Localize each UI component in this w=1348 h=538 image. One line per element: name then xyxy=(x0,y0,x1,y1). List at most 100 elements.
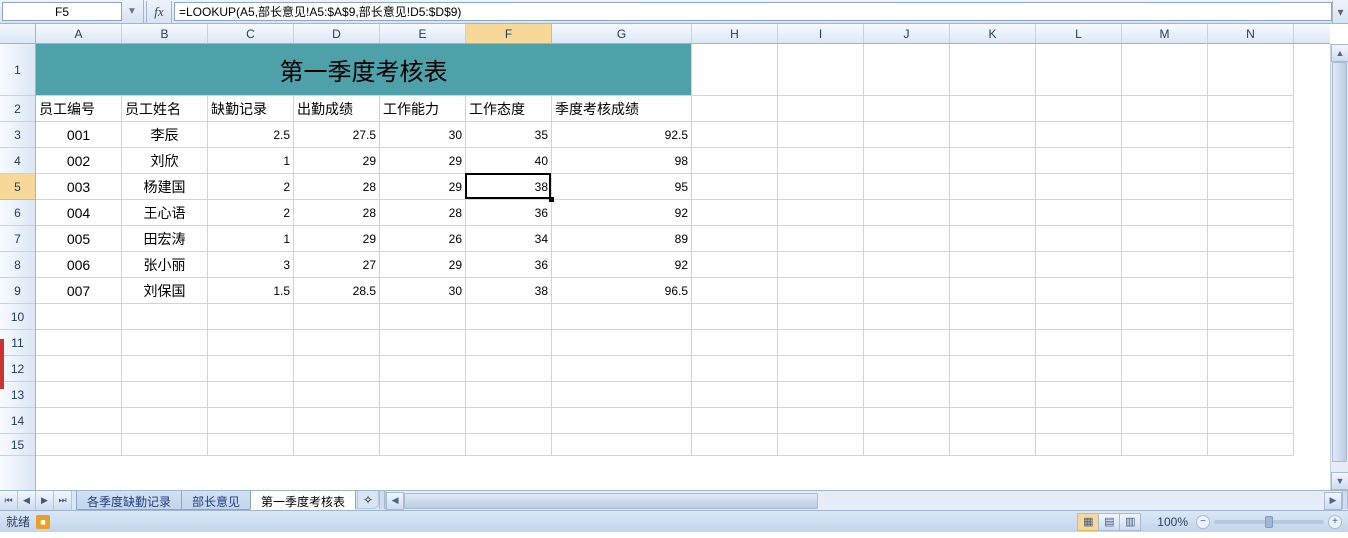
cell-M9[interactable] xyxy=(1122,278,1208,304)
cell-C4[interactable]: 1 xyxy=(208,148,294,174)
cell-M13[interactable] xyxy=(1122,382,1208,408)
cell-G9[interactable]: 96.5 xyxy=(552,278,692,304)
cell-L10[interactable] xyxy=(1036,304,1122,330)
cell-A9[interactable]: 007 xyxy=(36,278,122,304)
cell-C12[interactable] xyxy=(208,356,294,382)
cell-F9[interactable]: 38 xyxy=(466,278,552,304)
col-header-D[interactable]: D xyxy=(294,24,380,43)
cell-L12[interactable] xyxy=(1036,356,1122,382)
cell-A4[interactable]: 002 xyxy=(36,148,122,174)
cell-E6[interactable]: 28 xyxy=(380,200,466,226)
cell-C14[interactable] xyxy=(208,408,294,434)
cell-G2[interactable]: 季度考核成绩 xyxy=(552,96,692,122)
tab-prev-icon[interactable]: ◀ xyxy=(18,491,36,510)
cell-H7[interactable] xyxy=(692,226,778,252)
cell-J9[interactable] xyxy=(864,278,950,304)
cell-A7[interactable]: 005 xyxy=(36,226,122,252)
cell-I5[interactable] xyxy=(778,174,864,200)
cell-K5[interactable] xyxy=(950,174,1036,200)
cell-E2[interactable]: 工作能力 xyxy=(380,96,466,122)
cell-A2[interactable]: 员工编号 xyxy=(36,96,122,122)
cell-L2[interactable] xyxy=(1036,96,1122,122)
row-header-2[interactable]: 2 xyxy=(0,96,35,122)
cells-area[interactable]: 第一季度考核表员工编号员工姓名缺勤记录出勤成绩工作能力工作态度季度考核成绩001… xyxy=(36,44,1330,490)
cell-L4[interactable] xyxy=(1036,148,1122,174)
cell-C6[interactable]: 2 xyxy=(208,200,294,226)
row-header-13[interactable]: 13 xyxy=(0,382,35,408)
cell-F11[interactable] xyxy=(466,330,552,356)
zoom-out-icon[interactable]: − xyxy=(1196,515,1210,529)
cell-J12[interactable] xyxy=(864,356,950,382)
cell-G10[interactable] xyxy=(552,304,692,330)
cell-I14[interactable] xyxy=(778,408,864,434)
cell-C3[interactable]: 2.5 xyxy=(208,122,294,148)
cell-F15[interactable] xyxy=(466,434,552,456)
cell-L13[interactable] xyxy=(1036,382,1122,408)
col-header-C[interactable]: C xyxy=(208,24,294,43)
cell-A13[interactable] xyxy=(36,382,122,408)
cell-G4[interactable]: 98 xyxy=(552,148,692,174)
scroll-left-icon[interactable]: ◀ xyxy=(386,492,404,510)
cell-L14[interactable] xyxy=(1036,408,1122,434)
cell-G11[interactable] xyxy=(552,330,692,356)
cell-E14[interactable] xyxy=(380,408,466,434)
cell-B2[interactable]: 员工姓名 xyxy=(122,96,208,122)
cell-I11[interactable] xyxy=(778,330,864,356)
cell-B10[interactable] xyxy=(122,304,208,330)
cell-M10[interactable] xyxy=(1122,304,1208,330)
cell-L15[interactable] xyxy=(1036,434,1122,456)
cell-A6[interactable]: 004 xyxy=(36,200,122,226)
cell-H6[interactable] xyxy=(692,200,778,226)
cell-H15[interactable] xyxy=(692,434,778,456)
cell-G12[interactable] xyxy=(552,356,692,382)
cell-K9[interactable] xyxy=(950,278,1036,304)
cell-F4[interactable]: 40 xyxy=(466,148,552,174)
cell-C9[interactable]: 1.5 xyxy=(208,278,294,304)
cell-C8[interactable]: 3 xyxy=(208,252,294,278)
cell-M11[interactable] xyxy=(1122,330,1208,356)
cell-F13[interactable] xyxy=(466,382,552,408)
cell-K4[interactable] xyxy=(950,148,1036,174)
row-header-10[interactable]: 10 xyxy=(0,304,35,330)
cell-M15[interactable] xyxy=(1122,434,1208,456)
cell-G13[interactable] xyxy=(552,382,692,408)
sheet-tab-2[interactable]: 第一季度考核表 xyxy=(250,491,356,510)
hscroll-split-handle[interactable] xyxy=(1342,491,1348,509)
cell-N7[interactable] xyxy=(1208,226,1294,252)
cell-J3[interactable] xyxy=(864,122,950,148)
cell-D11[interactable] xyxy=(294,330,380,356)
cell-K13[interactable] xyxy=(950,382,1036,408)
cell-B8[interactable]: 张小丽 xyxy=(122,252,208,278)
cell-J14[interactable] xyxy=(864,408,950,434)
tab-first-icon[interactable]: ⏮ xyxy=(0,491,18,510)
col-header-H[interactable]: H xyxy=(692,24,778,43)
scroll-up-icon[interactable]: ▲ xyxy=(1331,44,1348,62)
cell-K14[interactable] xyxy=(950,408,1036,434)
cell-B13[interactable] xyxy=(122,382,208,408)
cell-C15[interactable] xyxy=(208,434,294,456)
zoom-level[interactable]: 100% xyxy=(1149,515,1196,529)
cell-F5[interactable]: 38 xyxy=(466,174,552,200)
cell-G14[interactable] xyxy=(552,408,692,434)
macro-record-icon[interactable]: ■ xyxy=(36,515,50,529)
cell-F14[interactable] xyxy=(466,408,552,434)
cell-M12[interactable] xyxy=(1122,356,1208,382)
col-header-A[interactable]: A xyxy=(36,24,122,43)
cell-I2[interactable] xyxy=(778,96,864,122)
cell-N2[interactable] xyxy=(1208,96,1294,122)
col-header-B[interactable]: B xyxy=(122,24,208,43)
cell-N11[interactable] xyxy=(1208,330,1294,356)
cell-G3[interactable]: 92.5 xyxy=(552,122,692,148)
col-header-L[interactable]: L xyxy=(1036,24,1122,43)
cell-H3[interactable] xyxy=(692,122,778,148)
col-header-I[interactable]: I xyxy=(778,24,864,43)
cell-H14[interactable] xyxy=(692,408,778,434)
cell-I4[interactable] xyxy=(778,148,864,174)
fill-handle[interactable] xyxy=(549,197,554,202)
cell-H10[interactable] xyxy=(692,304,778,330)
row-header-1[interactable]: 1 xyxy=(0,44,35,96)
cell-B6[interactable]: 王心语 xyxy=(122,200,208,226)
cell-F6[interactable]: 36 xyxy=(466,200,552,226)
cell-B4[interactable]: 刘欣 xyxy=(122,148,208,174)
cell-E12[interactable] xyxy=(380,356,466,382)
